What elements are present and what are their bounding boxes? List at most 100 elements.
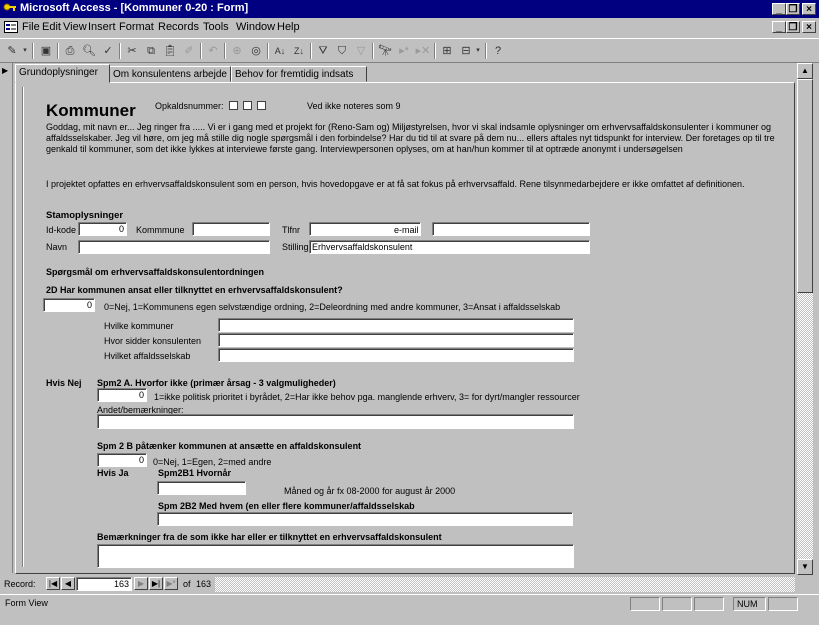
copy-icon[interactable]: ⧉ xyxy=(142,42,160,60)
ordning-heading: Spørgsmål om erhvervsaffaldskonsulentord… xyxy=(46,267,265,277)
print-icon[interactable]: ⎙ xyxy=(61,42,79,60)
email-field[interactable] xyxy=(432,222,590,236)
menu-view[interactable]: View xyxy=(63,21,87,33)
form-icon[interactable] xyxy=(4,21,18,33)
new-object-dropdown-icon[interactable]: ▾ xyxy=(474,42,482,60)
email-label: e-mail xyxy=(394,225,419,235)
andet-field[interactable] xyxy=(97,414,574,429)
status-bar: Form View NUM xyxy=(0,594,819,613)
save-icon[interactable]: ▣ xyxy=(37,42,55,60)
access-key-icon xyxy=(3,3,16,11)
spm2b-options: 0=Nej, 1=Egen, 2=med andre xyxy=(153,457,272,467)
print-preview-icon[interactable]: 🔍︎ xyxy=(80,42,98,60)
navn-field[interactable] xyxy=(78,240,270,254)
apply-filter-icon[interactable]: ▽ xyxy=(352,42,370,60)
spm2b1-note: Måned og år fx 08-2000 for august år 200… xyxy=(284,486,456,496)
navn-label: Navn xyxy=(46,242,68,252)
menu-edit[interactable]: Edit xyxy=(42,21,61,33)
hvor-sidder-field[interactable] xyxy=(218,333,574,347)
format-painter-icon[interactable]: ✐ xyxy=(180,42,198,60)
status-pane-2 xyxy=(662,597,692,611)
scroll-thumb[interactable] xyxy=(797,79,813,293)
spm2a-field[interactable]: 0 xyxy=(97,388,147,402)
menu-tools[interactable]: Tools xyxy=(203,21,229,33)
spm2b-field[interactable]: 0 xyxy=(97,453,147,467)
stamoplysninger-heading: Stamoplysninger xyxy=(46,210,124,221)
record-navigation-bar: Record: |◀ ◀ 163 ▶ ▶| ▶* of 163 xyxy=(0,576,797,593)
opkald-checkbox-1[interactable] xyxy=(229,101,238,110)
doc-restore-button[interactable]: ❐ xyxy=(786,21,800,33)
new-record-button[interactable]: ▶* xyxy=(164,577,178,590)
delete-record-icon[interactable]: ▸✕ xyxy=(414,42,432,60)
idkode-field[interactable]: 0 xyxy=(78,222,127,236)
menu-format[interactable]: Format xyxy=(119,21,154,33)
undo-icon[interactable]: ↶ xyxy=(204,42,222,60)
spelling-icon[interactable]: ✓ xyxy=(99,42,117,60)
vertical-scrollbar[interactable]: ▲ ▼ xyxy=(797,63,813,575)
new-record-icon[interactable]: ▸* xyxy=(395,42,413,60)
spm2b1-question: Spm2B1 Hvornår xyxy=(158,468,232,478)
q2d-field[interactable]: 0 xyxy=(43,298,95,312)
web-toolbar-icon[interactable]: ◎ xyxy=(247,42,265,60)
tab-behov-for-fremtidig-indsats[interactable]: Behov for fremtidig indsats xyxy=(231,66,367,82)
paste-icon[interactable]: 📋︎ xyxy=(161,42,179,60)
opkald-checkbox-2[interactable] xyxy=(243,101,252,110)
hvor-sidder-label: Hvor sidder konsulenten xyxy=(104,336,202,346)
doc-minimize-button[interactable]: _ xyxy=(772,21,786,33)
new-object-icon[interactable]: ⊟ xyxy=(457,42,475,60)
restore-button[interactable]: ❐ xyxy=(786,3,800,15)
sort-descending-icon[interactable]: Z↓ xyxy=(290,42,308,60)
spm2b1-field[interactable] xyxy=(157,481,246,495)
close-button[interactable]: × xyxy=(802,3,816,15)
previous-record-button[interactable]: ◀ xyxy=(61,577,75,590)
status-text: Form View xyxy=(5,598,48,608)
menu-bar: File Edit View Insert Format Records Too… xyxy=(0,18,819,37)
spm2a-question: Spm2 A. Hvorfor ikke (primær årsag - 3 v… xyxy=(97,378,336,388)
scroll-up-button[interactable]: ▲ xyxy=(797,63,813,79)
tab-om-konsulentens-arbejde[interactable]: Om konsulentens arbejde xyxy=(109,66,231,82)
status-pane-3 xyxy=(694,597,724,611)
kommune-field[interactable] xyxy=(192,222,270,236)
status-pane-1 xyxy=(630,597,660,611)
hyperlink-icon[interactable]: ⊕ xyxy=(228,42,246,60)
view-dropdown-icon[interactable]: ▾ xyxy=(21,42,29,60)
cut-icon[interactable]: ✂ xyxy=(123,42,141,60)
menu-help[interactable]: Help xyxy=(277,21,300,33)
filter-by-form-icon[interactable]: ⛉ xyxy=(333,42,351,60)
of-label: of xyxy=(183,579,191,589)
menu-insert[interactable]: Insert xyxy=(88,21,116,33)
current-record-arrow-icon: ▶ xyxy=(2,66,9,75)
status-pane-5 xyxy=(768,597,798,611)
hvilke-kommuner-field[interactable] xyxy=(218,318,574,332)
record-number-field[interactable]: 163 xyxy=(76,577,132,591)
find-icon[interactable]: 🔭︎ xyxy=(376,42,394,60)
help-icon[interactable]: ? xyxy=(489,42,507,60)
doc-close-button[interactable]: × xyxy=(802,21,816,33)
horizontal-scrollbar[interactable] xyxy=(215,577,795,592)
next-record-button[interactable]: ▶ xyxy=(134,577,148,590)
num-lock-indicator: NUM xyxy=(733,597,766,611)
record-selector[interactable]: ▶ xyxy=(0,63,13,573)
tab-grundoplysninger[interactable]: Grundoplysninger xyxy=(15,64,110,83)
filter-by-selection-icon[interactable]: ⛛ xyxy=(314,42,332,60)
sort-ascending-icon[interactable]: A↓ xyxy=(271,42,289,60)
bemaerkninger-field[interactable] xyxy=(97,544,574,568)
spm2b2-field[interactable] xyxy=(157,512,573,526)
hvilke-kommuner-label: Hvilke kommuner xyxy=(104,321,174,331)
spm2a-options: 1=ikke politisk prioritet i byrådet, 2=H… xyxy=(154,392,580,402)
hvis-ja-label: Hvis Ja xyxy=(97,468,129,478)
scroll-down-button[interactable]: ▼ xyxy=(797,559,813,575)
database-window-icon[interactable]: ⊞ xyxy=(438,42,456,60)
menu-file[interactable]: File xyxy=(22,21,40,33)
hvilket-selskab-field[interactable] xyxy=(218,348,574,362)
stilling-field[interactable]: Erhvervsaffaldskonsulent xyxy=(309,240,590,254)
menu-window[interactable]: Window xyxy=(236,21,275,33)
minimize-button[interactable]: _ xyxy=(772,3,786,15)
last-record-button[interactable]: ▶| xyxy=(149,577,163,590)
toolbar: ✎ ▾ ▣ ⎙ 🔍︎ ✓ ✂ ⧉ 📋︎ ✐ ↶ ⊕ ◎ A↓ Z↓ ⛛ ⛉ ▽ … xyxy=(0,38,819,63)
opkald-checkbox-3[interactable] xyxy=(257,101,266,110)
menu-records[interactable]: Records xyxy=(158,21,199,33)
first-record-button[interactable]: |◀ xyxy=(46,577,60,590)
q2d-question: 2D Har kommunen ansat eller tilknyttet e… xyxy=(46,285,343,295)
view-icon[interactable]: ✎ xyxy=(3,42,21,60)
